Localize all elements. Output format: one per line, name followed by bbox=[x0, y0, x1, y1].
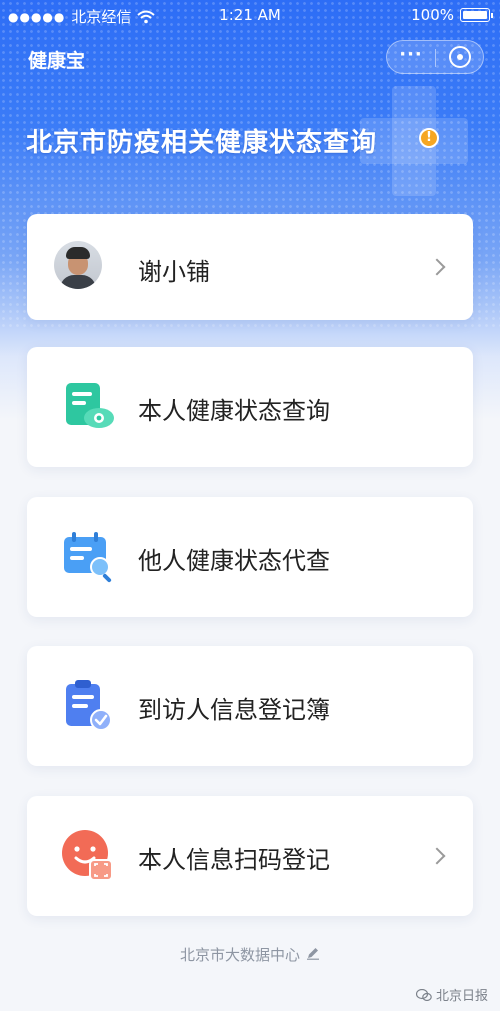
close-mini-program-icon[interactable] bbox=[449, 46, 471, 68]
pen-icon bbox=[307, 948, 319, 960]
menu-item-label: 本人健康状态查询 bbox=[138, 397, 330, 425]
chevron-right-icon bbox=[428, 847, 446, 865]
menu-item-label: 本人信息扫码登记 bbox=[138, 846, 330, 874]
menu-item-self-health-query[interactable]: 本人健康状态查询 bbox=[27, 347, 473, 467]
info-alert-icon[interactable]: ! bbox=[419, 128, 439, 148]
watermark-text: 北京日报 bbox=[435, 989, 488, 1004]
menu-item-scan-register[interactable]: 本人信息扫码登记 bbox=[27, 796, 473, 916]
status-bar: ●●●●● 北京经信 1:21 AM 100% bbox=[0, 0, 500, 30]
mini-program-capsule: ··· bbox=[386, 40, 484, 74]
avatar bbox=[54, 241, 102, 289]
watermark: 北京日报 bbox=[415, 985, 488, 1004]
smile-scan-icon bbox=[62, 830, 113, 881]
calendar-search-icon bbox=[64, 532, 112, 583]
document-eye-icon bbox=[66, 383, 114, 428]
footer: 北京市大数据中心 bbox=[0, 944, 500, 965]
app-title: 健康宝 bbox=[28, 50, 86, 72]
more-options-button[interactable]: ··· bbox=[387, 44, 435, 65]
menu-item-proxy-health-query[interactable]: 他人健康状态代查 bbox=[27, 497, 473, 617]
wechat-icon bbox=[415, 988, 432, 1002]
clipboard-check-icon bbox=[66, 680, 112, 731]
menu-item-visitor-register[interactable]: 到访人信息登记簿 bbox=[27, 646, 473, 766]
page-title: 北京市防疫相关健康状态查询 bbox=[26, 128, 378, 158]
footer-text: 北京市大数据中心 bbox=[179, 946, 300, 964]
user-name: 谢小铺 bbox=[138, 258, 210, 286]
battery-percent: 100% bbox=[411, 6, 454, 24]
chevron-right-icon bbox=[428, 258, 446, 276]
capsule-divider bbox=[435, 49, 436, 67]
menu-item-label: 他人健康状态代查 bbox=[138, 547, 330, 575]
mini-program-navbar: 健康宝 ··· bbox=[0, 38, 500, 78]
menu-item-label: 到访人信息登记簿 bbox=[138, 696, 330, 724]
battery-icon bbox=[460, 8, 493, 22]
profile-card[interactable]: 谢小铺 bbox=[27, 214, 473, 320]
